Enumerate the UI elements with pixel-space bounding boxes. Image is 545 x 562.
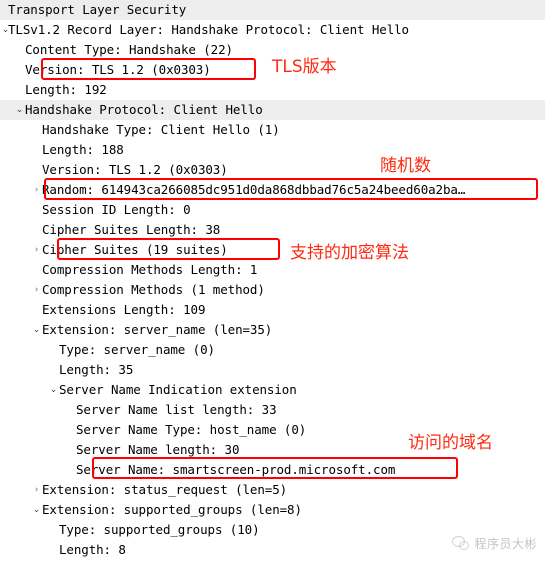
- tree-row-label: Session ID Length: 0: [42, 202, 191, 217]
- tree-row-handshake-version[interactable]: Version: TLS 1.2 (0x0303): [0, 160, 545, 180]
- tree-row-record-length[interactable]: Length: 192: [0, 80, 545, 100]
- tree-row-label: Type: server_name (0): [59, 342, 215, 357]
- tree-row-handshake-protocol[interactable]: ⌄ Handshake Protocol: Client Hello: [0, 100, 545, 120]
- protocol-tree[interactable]: Transport Layer Security ⌄ TLSv1.2 Record …: [0, 0, 545, 560]
- tree-row-label: Extensions Length: 109: [42, 302, 206, 317]
- cipher-suites-label: 支持的加密算法: [290, 243, 409, 263]
- chevron-down-icon[interactable]: ⌄: [31, 500, 42, 520]
- tree-row-sni-extension[interactable]: ⌄ Server Name Indication extension: [0, 380, 545, 400]
- chevron-right-icon[interactable]: ›: [31, 180, 42, 200]
- tree-row-handshake-type[interactable]: Handshake Type: Client Hello (1): [0, 120, 545, 140]
- tree-row-label: Version: TLS 1.2 (0x0303): [25, 62, 211, 77]
- tree-row-cipher-suites[interactable]: › Cipher Suites (19 suites): [0, 240, 545, 260]
- tree-row-compression-methods[interactable]: › Compression Methods (1 method): [0, 280, 545, 300]
- tree-row-label: Transport Layer Security: [8, 2, 187, 17]
- tree-row-label: Extension: supported_groups (len=8): [42, 502, 302, 517]
- tree-row-label: Handshake Type: Client Hello (1): [42, 122, 280, 137]
- tree-row-label: Compression Methods Length: 1: [42, 262, 258, 277]
- tree-row-label: Length: 188: [42, 142, 124, 157]
- tree-row-label: Compression Methods (1 method): [42, 282, 265, 297]
- chevron-right-icon[interactable]: ›: [31, 240, 42, 260]
- tree-row-label: Cipher Suites Length: 38: [42, 222, 221, 237]
- tree-row-ext-status-request[interactable]: › Extension: status_request (len=5): [0, 480, 545, 500]
- tree-row-session-id-length[interactable]: Session ID Length: 0: [0, 200, 545, 220]
- packet-details-pane[interactable]: Transport Layer Security ⌄ TLSv1.2 Record …: [0, 0, 545, 562]
- tree-row-record-layer[interactable]: ⌄ TLSv1.2 Record Layer: Handshake Protoco…: [0, 20, 545, 40]
- domain-label: 访问的域名: [408, 433, 493, 453]
- random-label: 随机数: [380, 156, 431, 176]
- tree-row-label: Type: supported_groups (10): [59, 522, 260, 537]
- tree-row-sni-server-name[interactable]: Server Name: smartscreen-prod.microsoft.…: [0, 460, 545, 480]
- tree-row-label: Version: TLS 1.2 (0x0303): [42, 162, 228, 177]
- watermark-text: 程序员大彬: [474, 537, 537, 551]
- tree-row-tls-root[interactable]: Transport Layer Security: [0, 0, 545, 20]
- tree-row-label: Handshake Protocol: Client Hello: [25, 102, 263, 117]
- tree-row-label: Length: 35: [59, 362, 134, 377]
- chevron-right-icon[interactable]: ›: [31, 480, 42, 500]
- tree-row-random[interactable]: › Random: 614943ca266085dc951d0da868dbbad…: [0, 180, 545, 200]
- tree-row-sni-type[interactable]: Type: server_name (0): [0, 340, 545, 360]
- watermark: 程序员大彬: [452, 535, 537, 552]
- tree-row-label: Server Name length: 30: [76, 442, 240, 457]
- chevron-down-icon[interactable]: ⌄: [31, 320, 42, 340]
- tree-row-sni-list-length[interactable]: Server Name list length: 33: [0, 400, 545, 420]
- tree-row-label: TLSv1.2 Record Layer: Handshake Protocol…: [8, 22, 409, 37]
- chevron-down-icon[interactable]: ⌄: [48, 380, 59, 400]
- tree-row-extensions-length[interactable]: Extensions Length: 109: [0, 300, 545, 320]
- tree-row-handshake-length[interactable]: Length: 188: [0, 140, 545, 160]
- tree-row-label: Random: 614943ca266085dc951d0da868dbbad7…: [42, 182, 466, 197]
- tree-row-label: Extension: server_name (len=35): [42, 322, 273, 337]
- tree-row-label: Server Name list length: 33: [76, 402, 277, 417]
- tree-row-compression-length[interactable]: Compression Methods Length: 1: [0, 260, 545, 280]
- tree-row-label: Length: 8: [59, 542, 126, 557]
- tree-row-label: Server Name: smartscreen-prod.microsoft.…: [76, 462, 396, 477]
- tree-row-cipher-suites-length[interactable]: Cipher Suites Length: 38: [0, 220, 545, 240]
- chevron-right-icon[interactable]: ›: [31, 280, 42, 300]
- tree-row-label: Server Name Indication extension: [59, 382, 297, 397]
- tree-row-label: Extension: status_request (len=5): [42, 482, 288, 497]
- tree-row-label: Content Type: Handshake (22): [25, 42, 233, 57]
- tree-row-ext-supported-groups[interactable]: ⌄ Extension: supported_groups (len=8): [0, 500, 545, 520]
- tls-version-label: TLS版本: [272, 57, 337, 77]
- tree-row-ext-server-name[interactable]: ⌄ Extension: server_name (len=35): [0, 320, 545, 340]
- wechat-icon: [452, 535, 470, 552]
- chevron-down-icon[interactable]: ⌄: [14, 100, 25, 120]
- tree-row-label: Cipher Suites (19 suites): [42, 242, 228, 257]
- tree-row-sni-length[interactable]: Length: 35: [0, 360, 545, 380]
- tree-row-label: Server Name Type: host_name (0): [76, 422, 307, 437]
- tree-row-label: Length: 192: [25, 82, 107, 97]
